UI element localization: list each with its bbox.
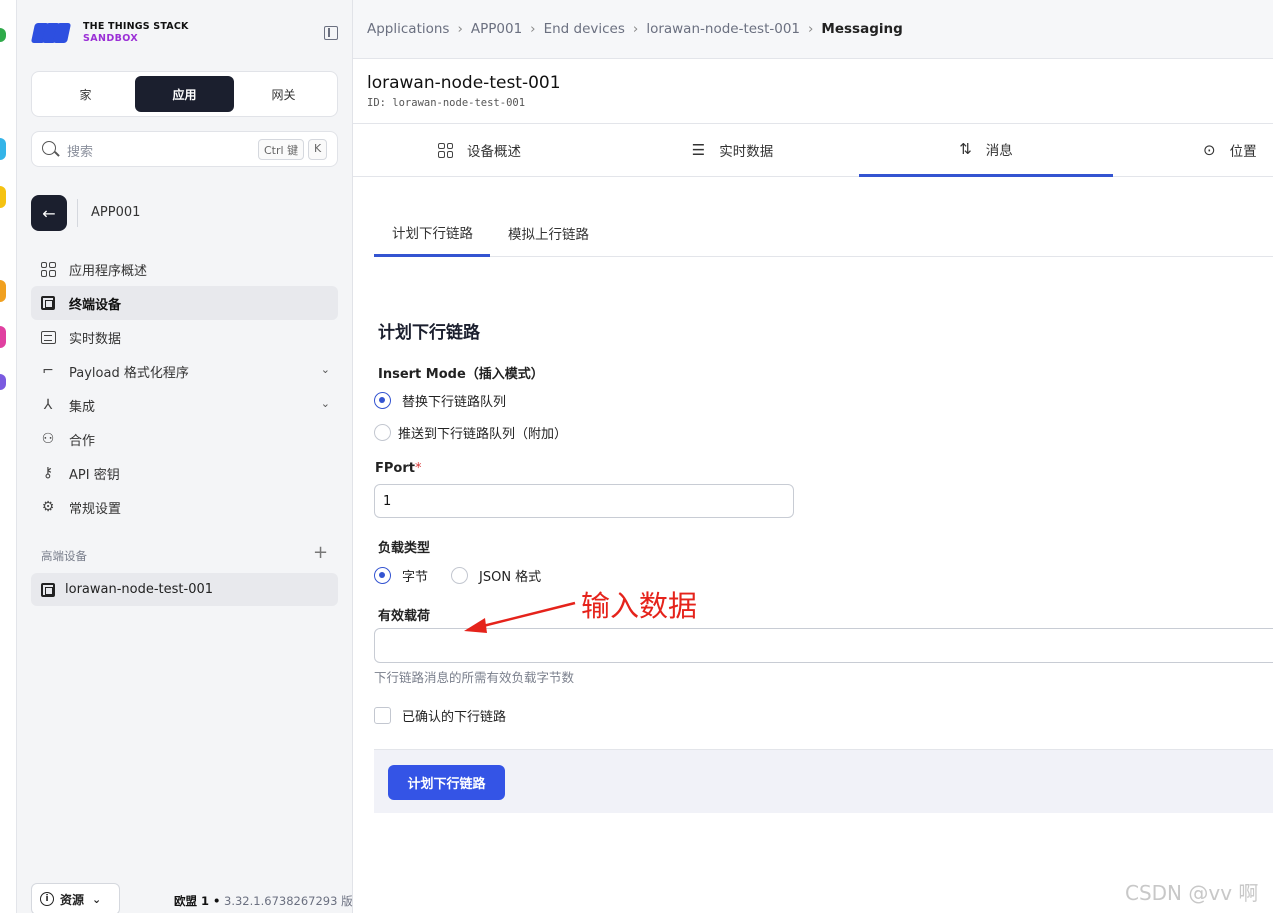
version-label: 3.32.1.6738267293 版 [224,894,353,908]
logo-mark-icon [30,20,77,46]
sidebar-item-collaborators[interactable]: ⚇ 合作 [31,422,338,456]
sidebar-item-label: API 密钥 [69,467,120,483]
chevron-down-icon: ⌄ [92,892,102,906]
section-heading-devices: 高端设备 [41,549,87,563]
app-logo[interactable]: THE THINGS STACK SANDBOX [30,20,189,46]
divider [77,199,78,227]
back-button[interactable]: ← [31,195,67,231]
switch-home-button[interactable]: 家 [36,76,135,112]
sidebar-item-label: 终端设备 [69,297,122,313]
taskbar-app-icon[interactable] [0,374,6,390]
sidebar-nav: 应用程序概述 终端设备 实时数据 ⌐ Payload 格式化程序 ⌄ ⅄ 集成 … [31,252,338,524]
info-icon: i [40,892,54,906]
sidebar-item-general-settings[interactable]: ⚙ 常规设置 [31,490,338,524]
version-info: 欧盟 1 • 3.32.1.6738267293 版 [174,893,353,909]
sidebar-item-live-data[interactable]: 实时数据 [31,320,338,354]
arrow-left-icon: ← [42,203,56,223]
search-icon [42,141,56,155]
switch-gateways-button[interactable]: 网关 [234,76,333,112]
sidebar-item-label: 合作 [69,433,96,449]
logo-title: THE THINGS STACK [83,21,189,32]
resources-label: 资源 [60,892,85,907]
app-window: THE THINGS STACK SANDBOX 家 应用 网关 搜索 Ctrl… [0,0,1273,913]
region-label: 欧盟 1 • [174,894,221,908]
device-label: lorawan-node-test-001 [65,582,214,597]
resources-button[interactable]: i 资源 ⌄ [31,883,120,913]
context-switcher: 家 应用 网关 [31,71,338,117]
grid-icon [39,260,57,278]
search-placeholder: 搜索 [67,145,94,160]
sidebar-item-label: 常规设置 [69,501,122,517]
sidebar-item-app-overview[interactable]: 应用程序概述 [31,252,338,286]
sidebar-item-label: Payload 格式化程序 [69,365,189,381]
sidebar-item-label: 集成 [69,399,96,415]
sidebar-device-item[interactable]: lorawan-node-test-001 [31,573,338,606]
switch-applications-button[interactable]: 应用 [135,76,234,112]
users-icon: ⚇ [41,431,55,447]
chip-icon [39,294,57,312]
sidebar-item-end-devices[interactable]: 终端设备 [31,286,338,320]
add-device-icon[interactable]: + [313,542,328,563]
annotation-text: 输入数据 [581,589,698,623]
chevron-down-icon[interactable]: ⌄ [321,363,330,376]
taskbar-app-icon[interactable] [0,280,6,302]
sidebar-item-api-keys[interactable]: ⚷ API 密钥 [31,456,338,490]
taskbar-app-icon[interactable] [0,186,6,208]
sidebar-collapse-icon[interactable] [324,26,338,40]
sidebar-item-integrations[interactable]: ⅄ 集成 ⌄ [31,388,338,422]
code-icon: ⌐ [42,363,54,379]
search-input[interactable]: 搜索 Ctrl 键 K [31,131,338,167]
current-application-name: APP001 [91,205,141,220]
sidebar-item-label: 实时数据 [69,331,122,347]
os-taskbar [0,0,17,913]
gear-icon: ⚙ [41,499,55,515]
main-content: Applications › APP001 › End devices › lo… [353,0,1273,913]
fork-icon: ⅄ [43,397,53,413]
sidebar: THE THINGS STACK SANDBOX 家 应用 网关 搜索 Ctrl… [17,0,353,913]
watermark: CSDN @vv 啊 [1125,881,1259,905]
list-icon [39,328,57,346]
chevron-down-icon[interactable]: ⌄ [321,397,330,410]
taskbar-app-icon[interactable] [0,28,6,42]
key-icon: ⚷ [42,465,54,481]
taskbar-app-icon[interactable] [0,326,6,348]
annotation-arrow [464,601,576,633]
shortcut-k-key: K [308,139,328,160]
taskbar-app-icon[interactable] [0,138,6,160]
chip-icon [39,581,57,599]
sidebar-item-payload-formatters[interactable]: ⌐ Payload 格式化程序 ⌄ [31,354,338,388]
sidebar-item-label: 应用程序概述 [69,263,148,279]
shortcut-ctrl-key: Ctrl 键 [258,139,305,160]
logo-subtitle: SANDBOX [83,33,139,44]
